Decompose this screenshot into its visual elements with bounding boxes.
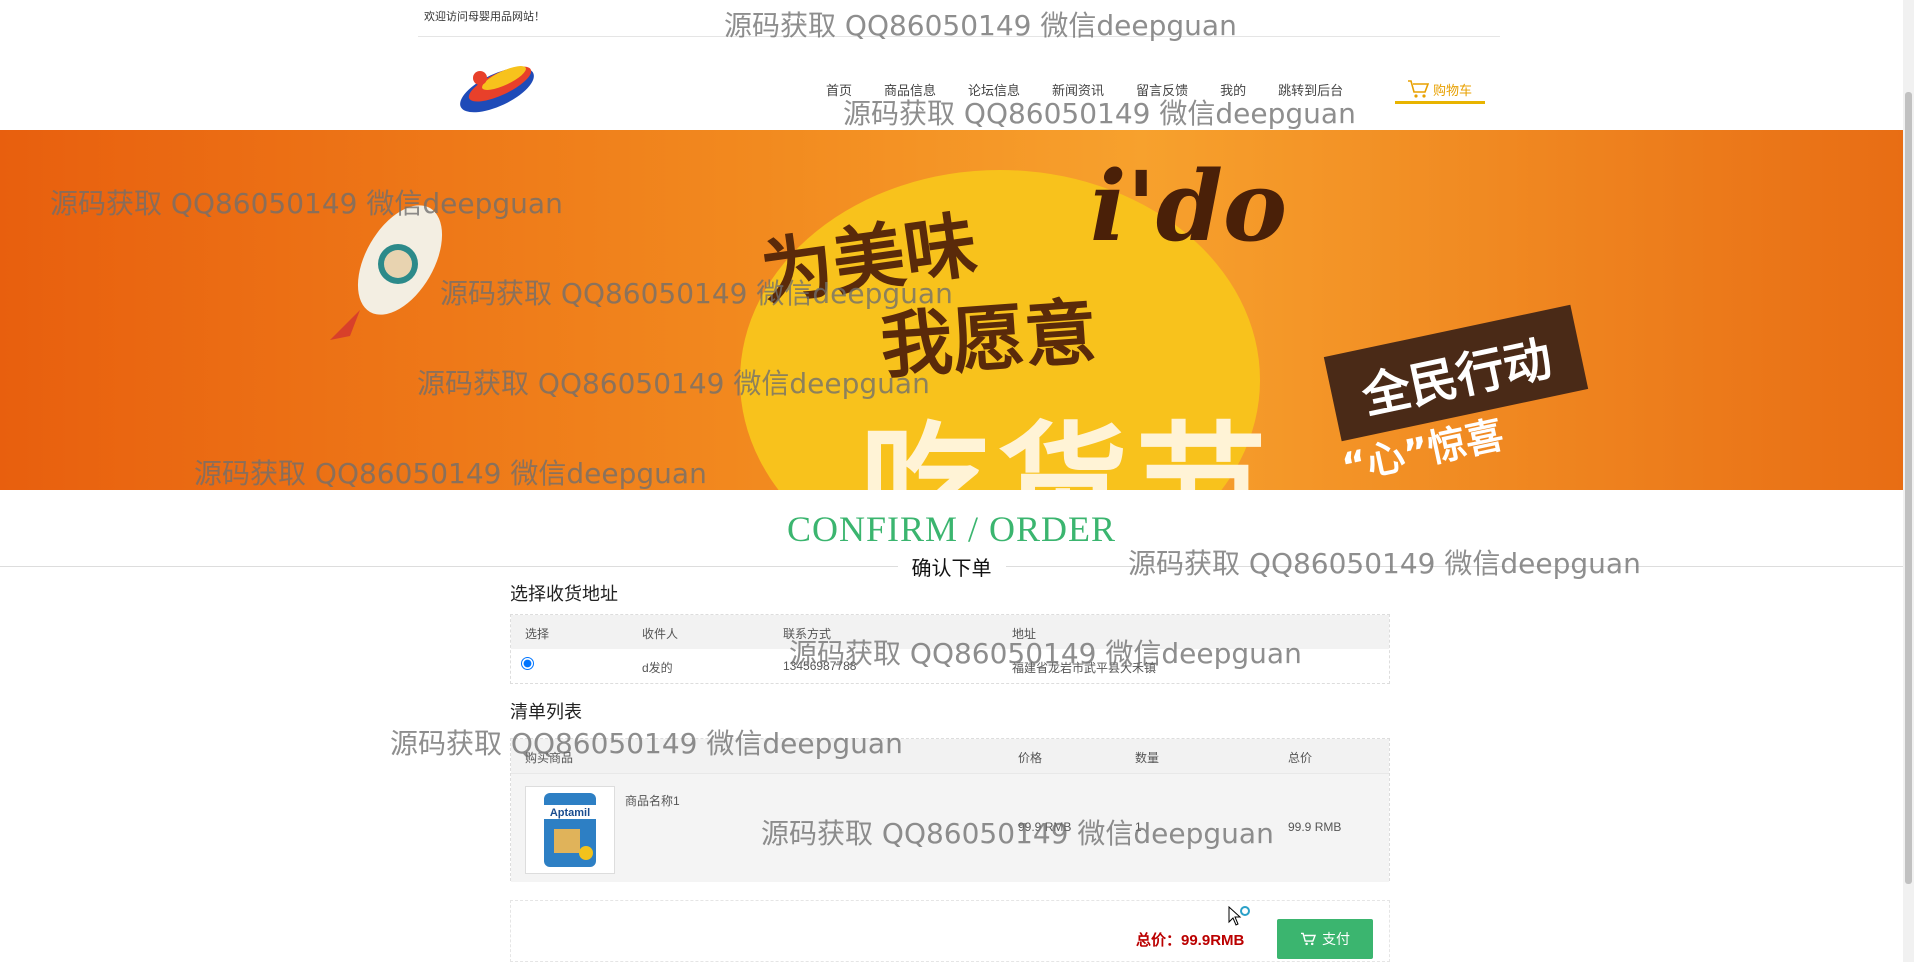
col-product: 购买商品 <box>525 751 574 765</box>
nav-mine[interactable]: 我的 <box>1204 80 1262 99</box>
nav-news[interactable]: 新闻资讯 <box>1036 80 1120 99</box>
svg-text:Aptamil: Aptamil <box>550 807 590 819</box>
recipient-name: d发的 <box>642 661 673 675</box>
rocket-illustration <box>330 205 443 340</box>
address-table-header: 选择 收件人 联系方式 地址 <box>511 615 1389 649</box>
col-price: 价格 <box>1018 751 1043 765</box>
cart-link[interactable]: 购物车 <box>1395 74 1485 104</box>
recipient-address: 福建省龙岩市武平县大禾镇 <box>1012 661 1157 675</box>
nav-home[interactable]: 首页 <box>810 80 868 99</box>
col-contact: 联系方式 <box>783 627 832 641</box>
site-logo[interactable] <box>452 50 542 120</box>
recipient-phone: 13456987788 <box>783 659 857 673</box>
banner-text-3: 我愿意 <box>877 288 1100 389</box>
page-title-en: CONFIRM / ORDER <box>786 509 1117 549</box>
main-nav: 首页 商品信息 论坛信息 新闻资讯 留言反馈 我的 跳转到后台 <box>810 80 1359 99</box>
page-scrollbar[interactable] <box>1903 0 1914 962</box>
product-price: 99.9 RMB <box>1018 820 1072 834</box>
col-total: 总价 <box>1288 751 1313 765</box>
goods-heading: 清单列表 <box>510 702 582 722</box>
nav-admin[interactable]: 跳转到后台 <box>1262 80 1359 99</box>
top-bar: 欢迎访问母婴用品网站！ <box>418 0 1500 37</box>
pay-button[interactable]: 支付 <box>1277 919 1373 959</box>
pay-label: 支付 <box>1322 931 1350 947</box>
product-name[interactable]: 商品名称1 <box>625 792 680 809</box>
goods-table-header: 购买商品 价格 数量 总价 <box>511 739 1389 773</box>
address-radio[interactable] <box>521 657 534 670</box>
product-total: 99.9 RMB <box>1288 820 1342 834</box>
cart-icon <box>1408 80 1429 98</box>
welcome-text: 欢迎访问母婴用品网站！ <box>424 11 545 23</box>
goods-row: Aptamil 商品名称1 99.9 RMB 1 99.9 RMB <box>511 773 1389 882</box>
banner-text-2: i'do <box>1090 150 1288 263</box>
scrollbar-thumb[interactable] <box>1905 92 1912 884</box>
banner-text-4: 吃货节 <box>860 409 1275 490</box>
nav-feedback[interactable]: 留言反馈 <box>1120 80 1204 99</box>
col-select: 选择 <box>525 627 550 641</box>
col-recipient: 收件人 <box>642 627 679 641</box>
page-title-cn-wrap: 确认下单 <box>0 552 1903 581</box>
address-heading: 选择收货地址 <box>510 584 618 604</box>
address-row[interactable]: d发的 13456987788 福建省龙岩市武平县大禾镇 <box>511 649 1389 683</box>
checkout-bar: 总价：99.9RMB 支付 <box>510 900 1390 962</box>
promo-banner[interactable]: 为美味 i'do 我愿意 吃货节 全民行动 “心”惊喜 <box>0 130 1903 490</box>
col-qty: 数量 <box>1135 751 1160 765</box>
address-table: 选择 收件人 联系方式 地址 d发的 13456987788 福建省龙岩市武平县… <box>510 614 1390 684</box>
nav-products[interactable]: 商品信息 <box>868 80 952 99</box>
order-total: 总价：99.9RMB <box>1136 932 1245 949</box>
product-qty: 1 <box>1135 820 1142 834</box>
product-image[interactable]: Aptamil <box>525 786 615 874</box>
goods-table: 购买商品 价格 数量 总价 Aptamil 商品名称1 99.9 RMB 1 9… <box>510 738 1390 882</box>
page-title-cn: 确认下单 <box>897 558 1006 580</box>
cursor-icon <box>1228 906 1250 926</box>
cart-label: 购物车 <box>1433 83 1473 98</box>
col-address: 地址 <box>1012 627 1037 641</box>
cart-icon <box>1301 932 1316 946</box>
nav-forum[interactable]: 论坛信息 <box>952 80 1036 99</box>
